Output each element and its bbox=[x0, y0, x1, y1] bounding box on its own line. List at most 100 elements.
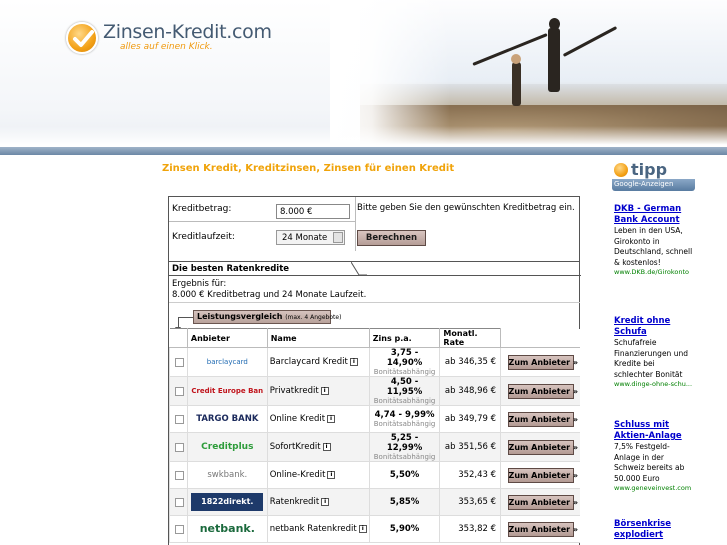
provider-cell: barclaycard bbox=[186, 347, 268, 377]
dropdown-arrow-icon[interactable] bbox=[333, 232, 343, 243]
to-provider-button[interactable]: Zum Anbieter » bbox=[507, 494, 578, 510]
rate-value: 5,25 - 12,99% bbox=[386, 433, 423, 453]
ad-item[interactable]: DKB - German Bank Account Leben in den U… bbox=[614, 204, 694, 277]
monthly-rate: ab 351,56 € bbox=[439, 432, 502, 462]
logo-check-icon[interactable] bbox=[66, 22, 98, 54]
compare-checkbox[interactable] bbox=[175, 470, 184, 480]
to-provider-button[interactable]: Zum Anbieter » bbox=[507, 354, 578, 370]
provider-logo[interactable]: Creditplus bbox=[191, 438, 263, 456]
page-title: Zinsen Kredit, Kreditzinsen, Zinsen für … bbox=[162, 163, 455, 174]
amount-input[interactable] bbox=[276, 204, 350, 219]
info-icon[interactable]: i bbox=[327, 471, 336, 479]
ad-url[interactable]: www.dinge-ohne-schu... bbox=[614, 380, 694, 389]
ad-title[interactable]: DKB - German Bank Account bbox=[614, 204, 694, 226]
to-provider-button[interactable]: Zum Anbieter » bbox=[507, 467, 578, 483]
to-provider-button[interactable]: Zum Anbieter » bbox=[507, 521, 578, 537]
header-fade-bottom bbox=[0, 126, 727, 148]
action-cell: Zum Anbieter » bbox=[500, 488, 580, 516]
offer-name: Online Kredit bbox=[269, 414, 326, 424]
duration-value: 24 Monate bbox=[282, 233, 328, 243]
header-name: Name bbox=[266, 328, 370, 348]
result-label: Ergebnis für: bbox=[172, 279, 227, 289]
ad-item[interactable]: Börsenkrise explodiert bbox=[614, 519, 694, 541]
info-icon[interactable]: i bbox=[358, 525, 367, 533]
table-row: Creditplus SofortKredit i 5,25 - 12,99% Boni… bbox=[169, 432, 580, 462]
ad-title[interactable]: Schluss mit Aktien-Anlage bbox=[614, 420, 694, 442]
rate-note: Bonitätsabhängig bbox=[373, 368, 436, 376]
provider-logo[interactable]: barclaycard bbox=[191, 353, 263, 371]
to-provider-button[interactable]: Zum Anbieter » bbox=[507, 439, 578, 455]
table-row: netbank. netbank Ratenkredit i 5,90% 353,82 … bbox=[169, 515, 580, 543]
row-checkbox-cell bbox=[169, 432, 188, 462]
duration-label: Kreditlaufzeit: bbox=[172, 232, 235, 242]
action-cell: Zum Anbieter » bbox=[500, 376, 580, 406]
header-bar bbox=[0, 147, 727, 155]
ad-item[interactable]: Kredit ohne Schufa Schufafreie Finanzier… bbox=[614, 316, 694, 389]
ad-url[interactable]: www.DKB.de/Girokonto bbox=[614, 268, 694, 277]
ad-url[interactable]: www.geneveinvest.com bbox=[614, 484, 694, 493]
action-cell: Zum Anbieter » bbox=[500, 515, 580, 543]
table-header: Anbieter Name Zins p.a. Monatl. Rate bbox=[169, 328, 580, 348]
ad-body: Schufafreie Finanzierungen und Kredite b… bbox=[614, 338, 688, 379]
calculator-vertical-divider bbox=[355, 197, 356, 251]
calculate-button[interactable]: Berechnen bbox=[357, 230, 426, 246]
header-rate: Zins p.a. bbox=[368, 328, 441, 348]
header-monthly: Monatl. Rate bbox=[439, 328, 502, 348]
info-icon[interactable]: i bbox=[327, 415, 336, 423]
provider-logo[interactable]: Credit Europe Bank bbox=[191, 382, 263, 400]
rate-note: Bonitätsabhängig bbox=[373, 420, 436, 428]
compare-button[interactable]: Leistungsvergleich (max. 4 Angebote) bbox=[193, 310, 341, 324]
provider-cell: 1822direkt. bbox=[186, 488, 268, 516]
compare-checkbox[interactable] bbox=[175, 357, 184, 367]
rate-value: 3,75 - 14,90% bbox=[386, 348, 423, 368]
table-row: swkbank. Online-Kredit i 5,50% 352,43 € Zum A… bbox=[169, 461, 580, 489]
provider-logo[interactable]: netbank. bbox=[191, 520, 263, 538]
google-ads-label[interactable]: Google-Anzeigen bbox=[612, 179, 695, 191]
ad-body: Leben in den USA, Girokonto in Deutschla… bbox=[614, 226, 693, 267]
result-summary: 8.000 € Kreditbetrag und 24 Monate Laufz… bbox=[172, 290, 367, 300]
rate-cell: 5,25 - 12,99% Bonitätsabhängig bbox=[368, 432, 441, 462]
to-provider-button[interactable]: Zum Anbieter » bbox=[507, 411, 578, 427]
monthly-rate: ab 346,35 € bbox=[439, 347, 502, 377]
compare-checkbox[interactable] bbox=[175, 386, 184, 396]
duration-select[interactable]: 24 Monate bbox=[276, 230, 345, 245]
provider-cell: TARGO BANK bbox=[186, 405, 268, 433]
info-icon[interactable]: i bbox=[320, 387, 329, 395]
rate-value: 4,50 - 11,95% bbox=[386, 377, 423, 397]
to-provider-button[interactable]: Zum Anbieter » bbox=[507, 383, 578, 399]
compare-checkbox[interactable] bbox=[175, 442, 184, 452]
heading-tab-corner bbox=[351, 262, 367, 276]
ad-item[interactable]: Schluss mit Aktien-Anlage 7,5% Festgeld-… bbox=[614, 420, 694, 493]
info-icon[interactable]: i bbox=[349, 358, 358, 366]
provider-logo[interactable]: TARGO BANK bbox=[191, 410, 263, 428]
family-figure-adult bbox=[548, 28, 560, 92]
provider-logo[interactable]: swkbank. bbox=[191, 466, 263, 484]
ad-title[interactable]: Börsenkrise explodiert bbox=[614, 519, 694, 541]
info-icon[interactable]: i bbox=[321, 498, 330, 506]
rate-cell: 4,74 - 9,99% Bonitätsabhängig bbox=[368, 405, 441, 433]
family-figure-head bbox=[511, 54, 521, 64]
results-panel: Die besten Ratenkredite Ergebnis für: 8.… bbox=[168, 262, 581, 545]
rate-cell: 4,50 - 11,95% Bonitätsabhängig bbox=[368, 376, 441, 406]
results-heading: Die besten Ratenkredite bbox=[169, 262, 359, 276]
compare-button-note: (max. 4 Angebote) bbox=[285, 314, 342, 321]
offer-name-cell: Ratenkredit i bbox=[266, 488, 370, 516]
ad-title[interactable]: Kredit ohne Schufa bbox=[614, 316, 694, 338]
offer-name-cell: Online-Kredit i bbox=[266, 461, 370, 489]
row-checkbox-cell bbox=[169, 405, 188, 433]
compare-checkbox[interactable] bbox=[175, 414, 184, 424]
logo-title[interactable]: Zinsen-Kredit.com bbox=[103, 21, 272, 43]
rate-cell: 3,75 - 14,90% Bonitätsabhängig bbox=[368, 347, 441, 377]
rate-value: 5,90% bbox=[389, 524, 420, 534]
header-action-col bbox=[500, 328, 580, 348]
offer-name-cell: Online Kredit i bbox=[266, 405, 370, 433]
provider-logo[interactable]: 1822direkt. bbox=[191, 493, 264, 511]
offer-name-cell: SofortKredit i bbox=[266, 432, 370, 462]
compare-checkbox[interactable] bbox=[175, 524, 184, 534]
header-checkbox-col bbox=[169, 328, 188, 348]
compare-checkbox[interactable] bbox=[175, 497, 184, 507]
rate-value: 5,50% bbox=[389, 470, 420, 480]
provider-cell: netbank. bbox=[186, 515, 268, 543]
rate-cell: 5,85% bbox=[368, 488, 441, 516]
info-icon[interactable]: i bbox=[322, 443, 331, 451]
